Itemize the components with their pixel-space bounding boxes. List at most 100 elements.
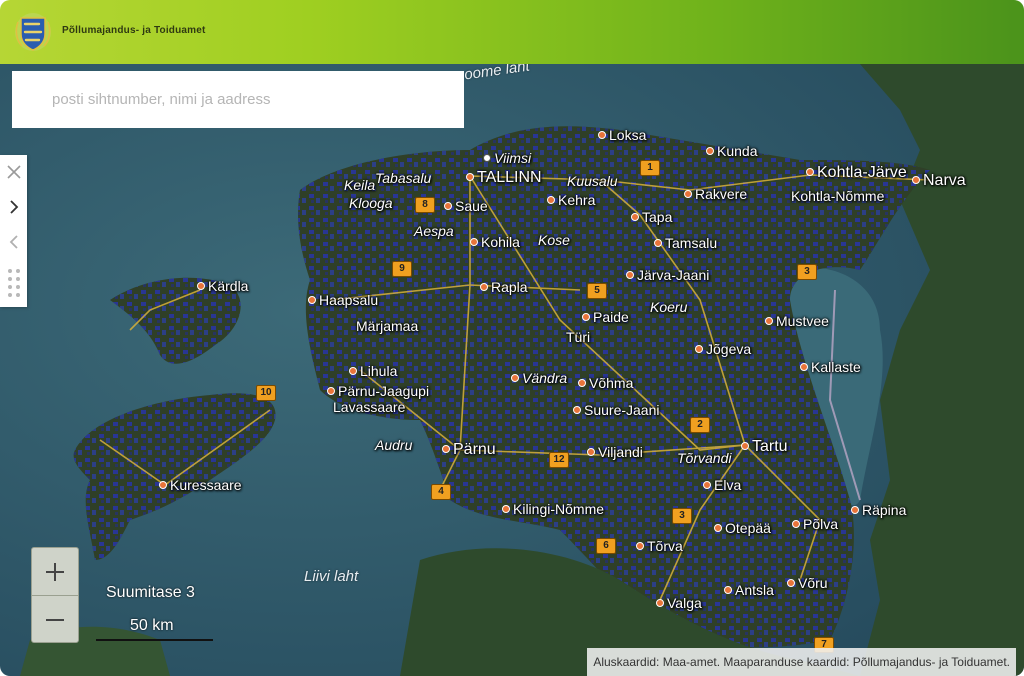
place-label: Kärdla [197,279,248,293]
place-label: Tamsalu [654,236,717,250]
place-label: Kunda [706,144,757,158]
place-label: Kilingi-Nõmme [502,502,604,516]
expand-panel-button[interactable] [0,191,27,223]
drag-handle[interactable] [0,265,27,301]
place-label: TALLINN [466,170,542,186]
place-label: Lavassaare [333,399,406,415]
place-label: Türi [566,329,591,345]
town-marker-icon [684,190,692,198]
place-label: Kose [538,232,570,248]
place-label: Lihula [349,364,397,378]
side-toolbar [0,155,27,307]
town-marker-icon [480,283,488,291]
place-label: Kohtla-Nõmme [791,188,885,204]
place-label: Tõrvandi [677,450,732,466]
place-label: Tartu [741,439,788,455]
plus-icon [46,562,64,581]
place-label: Kuusalu [567,173,618,189]
place-label: Põlva [792,517,838,531]
place-label: Audru [375,437,413,453]
place-label: Tõrva [636,539,683,553]
town-marker-icon [547,196,555,204]
close-icon [6,165,21,179]
town-marker-icon [582,313,590,321]
town-marker-icon [308,296,316,304]
place-label: Kallaste [800,360,861,374]
town-marker-icon [444,202,452,210]
place-label: Haapsalu [308,293,378,307]
place-label: Viljandi [587,445,643,459]
drag-handle-icon [7,269,20,297]
place-label: Klooga [349,195,393,211]
road-shield: 2 [690,417,710,433]
zoom-level-label: Suumitase 3 [106,584,195,601]
town-marker-icon [765,317,773,325]
place-label: Võru [787,576,828,590]
water-label: Liivi laht [304,568,359,585]
town-marker-icon [806,168,814,176]
place-label: Valga [656,596,702,610]
map-attribution: Aluskaardid: Maa-amet. Maaparanduse kaar… [587,648,1016,676]
place-label: Rakvere [684,187,747,201]
road-shield: 3 [797,264,817,280]
place-label: Loksa [598,128,646,142]
zoom-out-button[interactable] [32,596,78,643]
town-marker-icon [598,131,606,139]
road-shield: 8 [415,197,435,213]
road-shield: 10 [256,385,276,401]
town-marker-icon [483,154,491,162]
place-label: Kohila [470,235,520,249]
estonia-coat-of-arms-icon [15,13,51,51]
town-marker-icon [724,586,732,594]
place-label: Rapla [480,280,528,294]
place-label: Tapa [631,210,672,224]
zoom-control [31,547,79,643]
town-marker-icon [703,481,711,489]
town-marker-icon [714,524,722,532]
place-label: Tabasalu [375,170,432,186]
place-label: Pärnu [442,442,496,458]
town-marker-icon [741,442,749,450]
road-shield: 12 [549,452,569,468]
place-label: Koeru [650,299,688,315]
place-label: Saue [444,199,488,213]
place-label: Viimsi [483,151,531,165]
town-marker-icon [654,239,662,247]
place-label: Kuressaare [159,478,242,492]
place-label: Aespa [414,223,454,239]
search-input[interactable] [12,71,464,128]
place-label: Narva [912,173,966,189]
place-label: Kehra [547,193,595,207]
road-shield: 6 [596,538,616,554]
place-label: Võhma [578,376,633,390]
town-marker-icon [695,345,703,353]
brand-name: Põllumajandus- ja Toiduamet [62,25,206,36]
town-marker-icon [511,374,519,382]
place-label: Vändra [511,371,567,385]
scale-label: 50 km [130,617,174,634]
minus-icon [46,618,64,621]
town-marker-icon [197,282,205,290]
place-label: Otepää [714,521,771,535]
road-shield: 1 [640,160,660,176]
chevron-left-icon [9,235,18,249]
collapse-panel-button[interactable] [0,226,27,258]
town-marker-icon [349,367,357,375]
town-marker-icon [466,173,474,181]
place-label: Järva-Jaani [626,268,709,282]
town-marker-icon [159,481,167,489]
header-bar: Põllumajandus- ja Toiduamet [0,0,1024,64]
place-label: Räpina [851,503,906,517]
place-label: Paide [582,310,629,324]
town-marker-icon [636,542,644,550]
scale-bar [96,639,213,641]
town-marker-icon [851,506,859,514]
road-shield: 3 [672,508,692,524]
town-marker-icon [631,213,639,221]
town-marker-icon [573,406,581,414]
place-label: Suure-Jaani [573,403,660,417]
zoom-in-button[interactable] [32,548,78,595]
place-label: Elva [703,478,741,492]
close-button[interactable] [0,156,27,188]
town-marker-icon [327,387,335,395]
